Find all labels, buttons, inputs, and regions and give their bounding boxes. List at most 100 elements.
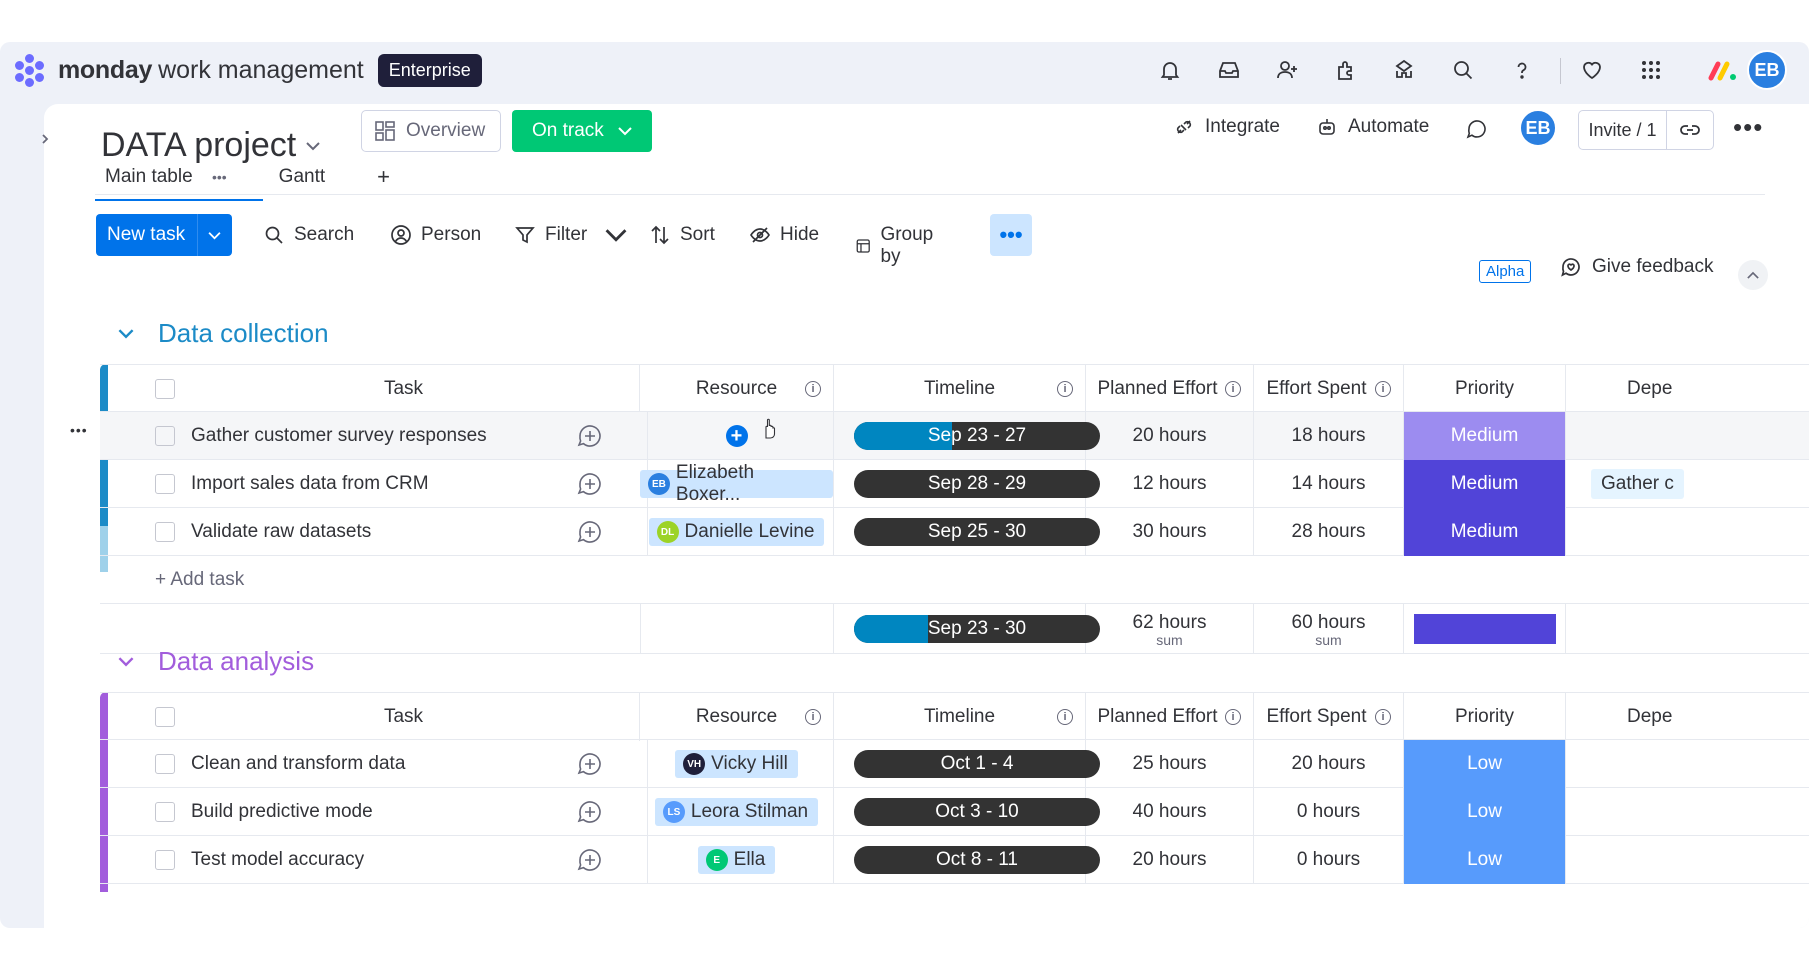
column-header-timeline[interactable]: Timeline i	[834, 693, 1086, 741]
add-update-icon[interactable]	[577, 423, 603, 449]
hide-button[interactable]: Hide	[749, 224, 819, 246]
collapse-header-icon[interactable]	[1738, 260, 1768, 290]
invite-button[interactable]: Invite / 1	[1578, 110, 1714, 150]
dependency-cell[interactable]	[1566, 788, 1809, 836]
apps-icon[interactable]	[1326, 50, 1366, 90]
resource-cell[interactable]: DL Danielle Levine	[640, 508, 834, 556]
priority-cell[interactable]: Low	[1404, 788, 1566, 836]
dependency-cell[interactable]	[1566, 740, 1809, 788]
column-header-priority[interactable]: Priority	[1404, 693, 1566, 741]
resource-cell[interactable]: +	[640, 412, 834, 460]
chevron-down-icon[interactable]	[118, 323, 134, 344]
info-icon[interactable]: i	[1375, 381, 1391, 397]
person-pill[interactable]: E Ella	[697, 846, 776, 874]
column-header-dependency[interactable]: Depe	[1566, 693, 1809, 741]
column-header-planned[interactable]: Planned Effort i	[1086, 365, 1254, 413]
effort-spent-cell[interactable]: 20 hours	[1254, 740, 1404, 788]
brand[interactable]: monday work management Enterprise	[12, 52, 482, 88]
planned-effort-cell[interactable]: 12 hours	[1086, 460, 1254, 508]
person-pill[interactable]: DL Danielle Levine	[648, 518, 825, 546]
resource-cell[interactable]: E Ella	[640, 836, 834, 884]
resource-cell[interactable]: VH Vicky Hill	[640, 740, 834, 788]
column-header-resource[interactable]: Resource i	[640, 365, 834, 413]
priority-cell[interactable]: Medium	[1404, 460, 1566, 508]
row-options-icon[interactable]: •••	[70, 422, 88, 438]
add-task-button[interactable]: + Add task	[155, 569, 244, 591]
resource-cell[interactable]: EB Elizabeth Boxer...	[640, 460, 834, 508]
column-header-spent[interactable]: Effort Spent i	[1254, 693, 1404, 741]
heart-icon[interactable]	[1572, 50, 1612, 90]
person-filter-button[interactable]: Person	[390, 224, 481, 246]
effort-spent-cell[interactable]: 0 hours	[1254, 836, 1404, 884]
planned-effort-cell[interactable]: 30 hours	[1086, 508, 1254, 556]
timeline-pill[interactable]: Sep 28 - 29	[854, 470, 1100, 498]
effort-spent-cell[interactable]: 14 hours	[1254, 460, 1404, 508]
copy-link-icon[interactable]	[1667, 119, 1713, 141]
expand-sidebar-button[interactable]	[28, 122, 62, 156]
new-task-button[interactable]: New task	[96, 214, 232, 256]
monday-apps-logo-icon[interactable]	[1708, 58, 1738, 84]
person-pill[interactable]: LS Leora Stilman	[654, 798, 819, 826]
add-update-icon[interactable]	[577, 471, 603, 497]
integrations-icon[interactable]	[1384, 50, 1424, 90]
group-title-data-analysis[interactable]: Data analysis	[118, 646, 314, 677]
inbox-icon[interactable]	[1209, 50, 1249, 90]
effort-spent-cell[interactable]: 18 hours	[1254, 412, 1404, 460]
info-icon[interactable]: i	[1057, 709, 1073, 725]
timeline-pill[interactable]: Sep 25 - 30	[854, 518, 1100, 546]
timeline-cell[interactable]: Sep 23 - 27	[834, 412, 1100, 460]
add-update-icon[interactable]	[577, 799, 603, 825]
give-feedback-button[interactable]: Give feedback	[1560, 256, 1713, 278]
search-icon[interactable]	[1443, 50, 1483, 90]
bell-icon[interactable]	[1150, 50, 1190, 90]
priority-cell[interactable]: Medium	[1404, 508, 1566, 556]
timeline-pill[interactable]: Oct 1 - 4	[854, 750, 1100, 778]
user-avatar[interactable]: EB	[1747, 50, 1787, 90]
column-header-spent[interactable]: Effort Spent i	[1254, 365, 1404, 413]
timeline-cell[interactable]: Oct 1 - 4	[834, 740, 1100, 788]
group-title-data-collection[interactable]: Data collection	[118, 318, 329, 349]
invite-members-icon[interactable]	[1267, 50, 1307, 90]
automate-button[interactable]: Automate	[1316, 116, 1429, 138]
chevron-down-icon[interactable]	[208, 231, 221, 240]
add-view-icon[interactable]: +	[377, 164, 390, 190]
priority-cell[interactable]: Medium	[1404, 412, 1566, 460]
tab-gantt[interactable]: Gantt	[279, 166, 325, 188]
timeline-pill[interactable]: Oct 8 - 11	[854, 846, 1100, 874]
info-icon[interactable]: i	[1375, 709, 1391, 725]
search-button[interactable]: Search	[263, 224, 354, 246]
tab-options-icon[interactable]: •••	[212, 169, 227, 185]
column-header-priority[interactable]: Priority	[1404, 365, 1566, 413]
table-row[interactable]: Clean and transform data VH Vicky Hill Oc…	[100, 740, 1809, 788]
overview-button[interactable]: Overview	[361, 110, 501, 152]
board-owner-avatar[interactable]: EB	[1519, 109, 1557, 147]
add-task-row[interactable]: + Add task	[100, 556, 1809, 604]
info-icon[interactable]: i	[805, 381, 821, 397]
dependency-cell[interactable]	[1566, 412, 1809, 460]
chevron-down-icon[interactable]	[118, 651, 134, 672]
table-row[interactable]: Validate raw datasets DL Danielle Levine …	[100, 508, 1809, 556]
table-row[interactable]: Build predictive mode LS Leora Stilman Oc…	[100, 788, 1809, 836]
tab-main-table[interactable]: Main table •••	[95, 166, 263, 201]
info-icon[interactable]: i	[805, 709, 821, 725]
planned-effort-cell[interactable]: 20 hours	[1086, 836, 1254, 884]
timeline-cell[interactable]: Sep 28 - 29	[834, 460, 1100, 508]
chevron-down-icon[interactable]	[605, 224, 627, 246]
board-more-options-icon[interactable]: •••	[1733, 112, 1763, 143]
priority-cell[interactable]: Low	[1404, 836, 1566, 884]
person-pill[interactable]: EB Elizabeth Boxer...	[640, 462, 833, 505]
table-row[interactable]: Gather customer survey responses + Sep 2…	[100, 412, 1809, 460]
column-header-resource[interactable]: Resource i	[640, 693, 834, 741]
timeline-cell[interactable]: Sep 25 - 30	[834, 508, 1100, 556]
info-icon[interactable]: i	[1057, 381, 1073, 397]
add-person-icon[interactable]: +	[725, 425, 748, 447]
dependency-pill[interactable]: Gather c	[1591, 469, 1684, 499]
planned-effort-cell[interactable]: 40 hours	[1086, 788, 1254, 836]
info-icon[interactable]: i	[1225, 709, 1241, 725]
integrate-button[interactable]: Integrate	[1173, 116, 1280, 138]
planned-effort-cell[interactable]: 20 hours	[1086, 412, 1254, 460]
priority-cell[interactable]: Low	[1404, 740, 1566, 788]
column-header-planned[interactable]: Planned Effort i	[1086, 693, 1254, 741]
grid-menu-icon[interactable]	[1631, 50, 1671, 90]
effort-spent-cell[interactable]: 28 hours	[1254, 508, 1404, 556]
